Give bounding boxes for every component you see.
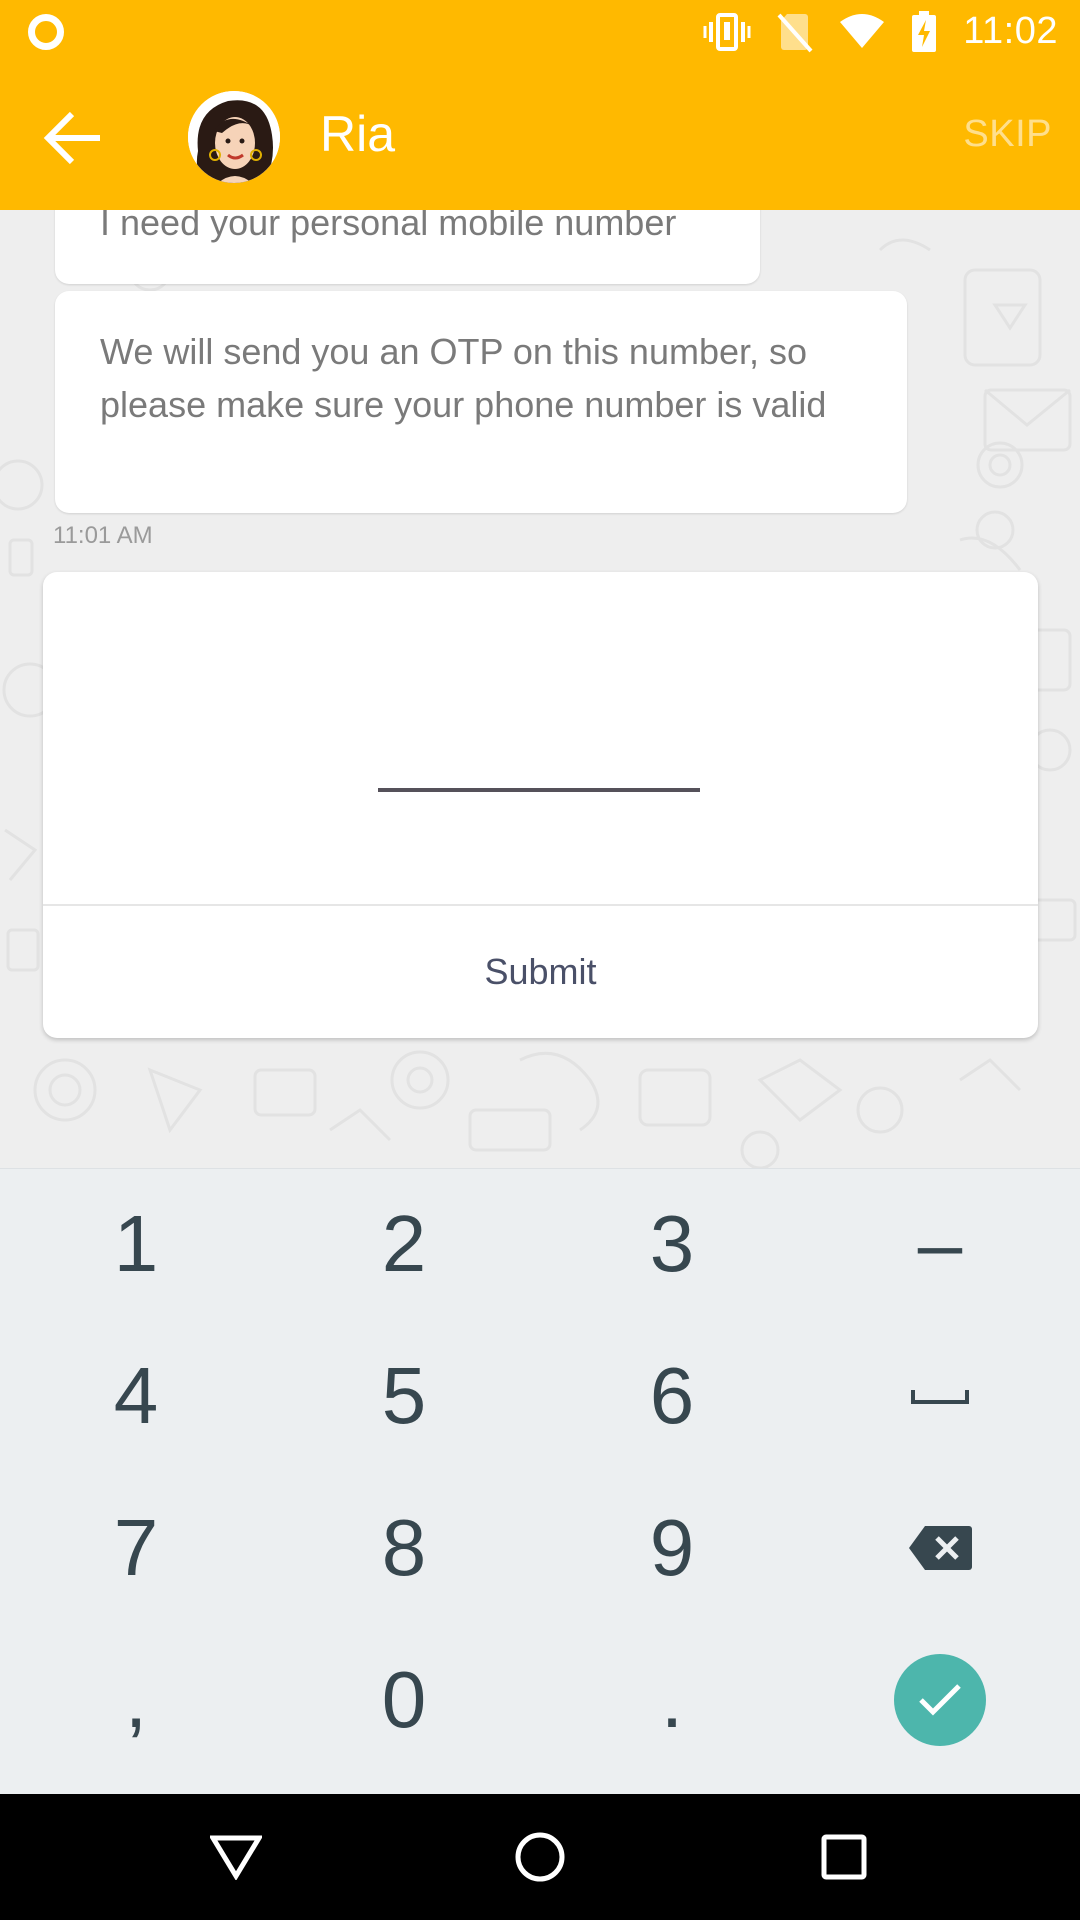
key-2[interactable]: 2 (270, 1169, 538, 1319)
message-text: I need your personal mobile number (100, 210, 677, 243)
nav-home-button[interactable] (460, 1794, 620, 1920)
key-9[interactable]: 9 (538, 1473, 806, 1623)
chat-area[interactable]: I need your personal mobile number We wi… (0, 210, 1080, 1168)
avatar[interactable] (188, 91, 280, 183)
home-circle-icon (515, 1832, 565, 1882)
phone-number-input[interactable] (378, 712, 700, 792)
key-8[interactable]: 8 (270, 1473, 538, 1623)
avatar-illustration (188, 91, 280, 183)
chat-bubble: We will send you an OTP on this number, … (55, 291, 907, 513)
key-3[interactable]: 3 (538, 1169, 806, 1319)
navigation-bar (0, 1794, 1080, 1920)
status-time: 11:02 (963, 10, 1058, 52)
status-bar: 11:02 (0, 0, 1080, 63)
contact-name: Ria (320, 106, 396, 162)
message-text: We will send you an OTP on this number, … (100, 331, 827, 425)
app-bar: Ria SKIP (0, 63, 1080, 210)
space-icon (911, 1390, 969, 1404)
status-icons: 11:02 (703, 0, 1058, 63)
battery-charging-icon (912, 10, 937, 52)
backspace-icon (909, 1526, 972, 1570)
chat-bubble: I need your personal mobile number (55, 210, 760, 284)
submit-button[interactable]: Submit (43, 906, 1038, 1038)
check-icon (919, 1684, 961, 1716)
key-1[interactable]: 1 (2, 1169, 270, 1319)
phone-input-card: Submit (43, 572, 1038, 1038)
key-backspace[interactable] (806, 1473, 1074, 1623)
key-4[interactable]: 4 (2, 1321, 270, 1471)
vibrate-icon (703, 12, 751, 51)
nav-recents-button[interactable] (764, 1794, 924, 1920)
key-done[interactable] (806, 1625, 1074, 1775)
notification-ring-icon (28, 14, 64, 50)
numeric-keyboard: 1 2 3 – 4 5 6 7 8 9 , 0 . (0, 1168, 1080, 1794)
back-triangle-icon (210, 1835, 262, 1880)
nav-back-button[interactable] (156, 1794, 316, 1920)
recents-square-icon (821, 1834, 867, 1880)
arrow-left-icon (43, 111, 100, 165)
no-sim-icon (777, 13, 813, 52)
key-7[interactable]: 7 (2, 1473, 270, 1623)
key-6[interactable]: 6 (538, 1321, 806, 1471)
key-0[interactable]: 0 (270, 1625, 538, 1775)
key-comma[interactable]: , (2, 1625, 270, 1775)
wifi-icon (840, 13, 885, 48)
key-space[interactable] (806, 1321, 1074, 1471)
key-dash[interactable]: – (806, 1169, 1074, 1319)
key-5[interactable]: 5 (270, 1321, 538, 1471)
message-timestamp: 11:01 AM (53, 522, 153, 549)
done-button[interactable] (894, 1654, 986, 1746)
key-period[interactable]: . (538, 1625, 806, 1775)
skip-button[interactable]: SKIP (963, 113, 1052, 156)
back-button[interactable] (30, 95, 116, 181)
